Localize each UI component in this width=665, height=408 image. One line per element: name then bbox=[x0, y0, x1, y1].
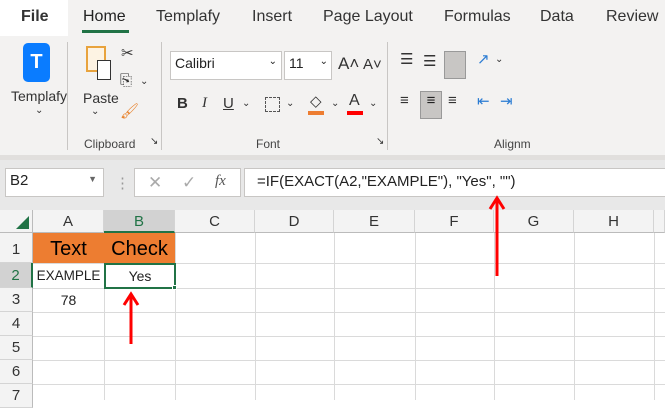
arrow-to-formula bbox=[488, 195, 506, 276]
annotation-arrows bbox=[122, 195, 506, 344]
arrow-to-cell-b2 bbox=[122, 291, 140, 344]
